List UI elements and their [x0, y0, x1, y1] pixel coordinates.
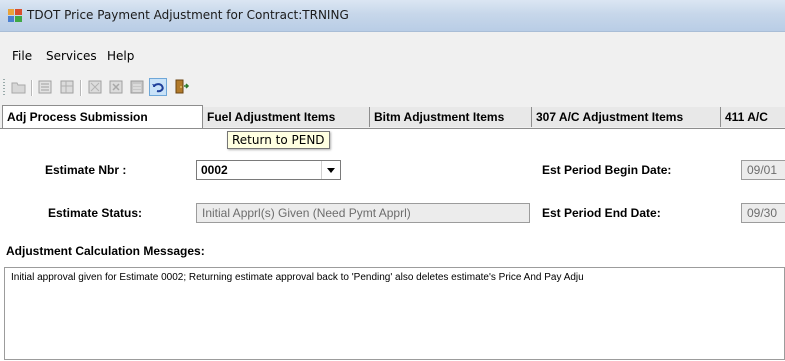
tab-fuel-adjustment-items[interactable]: Fuel Adjustment Items [203, 107, 370, 127]
window-title: TDOT Price Payment Adjustment for Contra… [27, 8, 349, 22]
tab-strip: Adj Process Submission Fuel Adjustment I… [0, 105, 785, 129]
tab-307-ac-adjustment-items[interactable]: 307 A/C Adjustment Items [532, 107, 721, 127]
end-date-field[interactable]: 09/30 [741, 203, 785, 223]
exit-door-icon[interactable] [172, 78, 190, 96]
toolbar-grip[interactable] [3, 79, 5, 97]
calculator-icon[interactable] [128, 78, 146, 96]
tab-bitm-adjustment-items[interactable]: Bitm Adjustment Items [370, 107, 532, 127]
document-list-icon[interactable] [36, 78, 54, 96]
toolbar [0, 75, 785, 101]
estimate-status-label: Estimate Status: [48, 206, 143, 220]
begin-date-label: Est Period Begin Date: [542, 163, 672, 177]
grid-icon[interactable] [58, 78, 76, 96]
toolbar-separator [31, 80, 33, 96]
delete-sheet-icon[interactable] [107, 78, 125, 96]
undo-return-icon[interactable] [149, 78, 167, 96]
begin-date-field[interactable]: 09/01 [741, 160, 785, 180]
toolbar-separator [80, 80, 82, 96]
open-folder-icon[interactable] [10, 78, 28, 96]
estimate-nbr-value: 0002 [201, 163, 228, 177]
tooltip: Return to PEND [227, 131, 330, 149]
title-bar: TDOT Price Payment Adjustment for Contra… [0, 0, 785, 32]
estimate-nbr-dropdown[interactable]: 0002 [196, 160, 341, 180]
estimate-status-field[interactable]: Initial Apprl(s) Given (Need Pymt Apprl) [196, 203, 530, 223]
messages-header: Adjustment Calculation Messages: [6, 244, 205, 258]
menu-help[interactable]: Help [107, 49, 134, 63]
tab-411-ac[interactable]: 411 A/C [721, 107, 785, 127]
app-window-icon [8, 9, 22, 22]
menu-file[interactable]: File [12, 49, 32, 63]
messages-text: Initial approval given for Estimate 0002… [11, 272, 584, 283]
tab-adj-process-submission[interactable]: Adj Process Submission [2, 105, 203, 129]
dropdown-arrow-icon[interactable] [321, 161, 340, 179]
end-date-label: Est Period End Date: [542, 206, 661, 220]
menu-services[interactable]: Services [46, 49, 97, 63]
estimate-nbr-label: Estimate Nbr : [45, 163, 127, 177]
menu-bar: File Services Help [0, 45, 785, 69]
messages-box[interactable]: Initial approval given for Estimate 0002… [4, 267, 785, 360]
calc-sheet-icon[interactable] [86, 78, 104, 96]
